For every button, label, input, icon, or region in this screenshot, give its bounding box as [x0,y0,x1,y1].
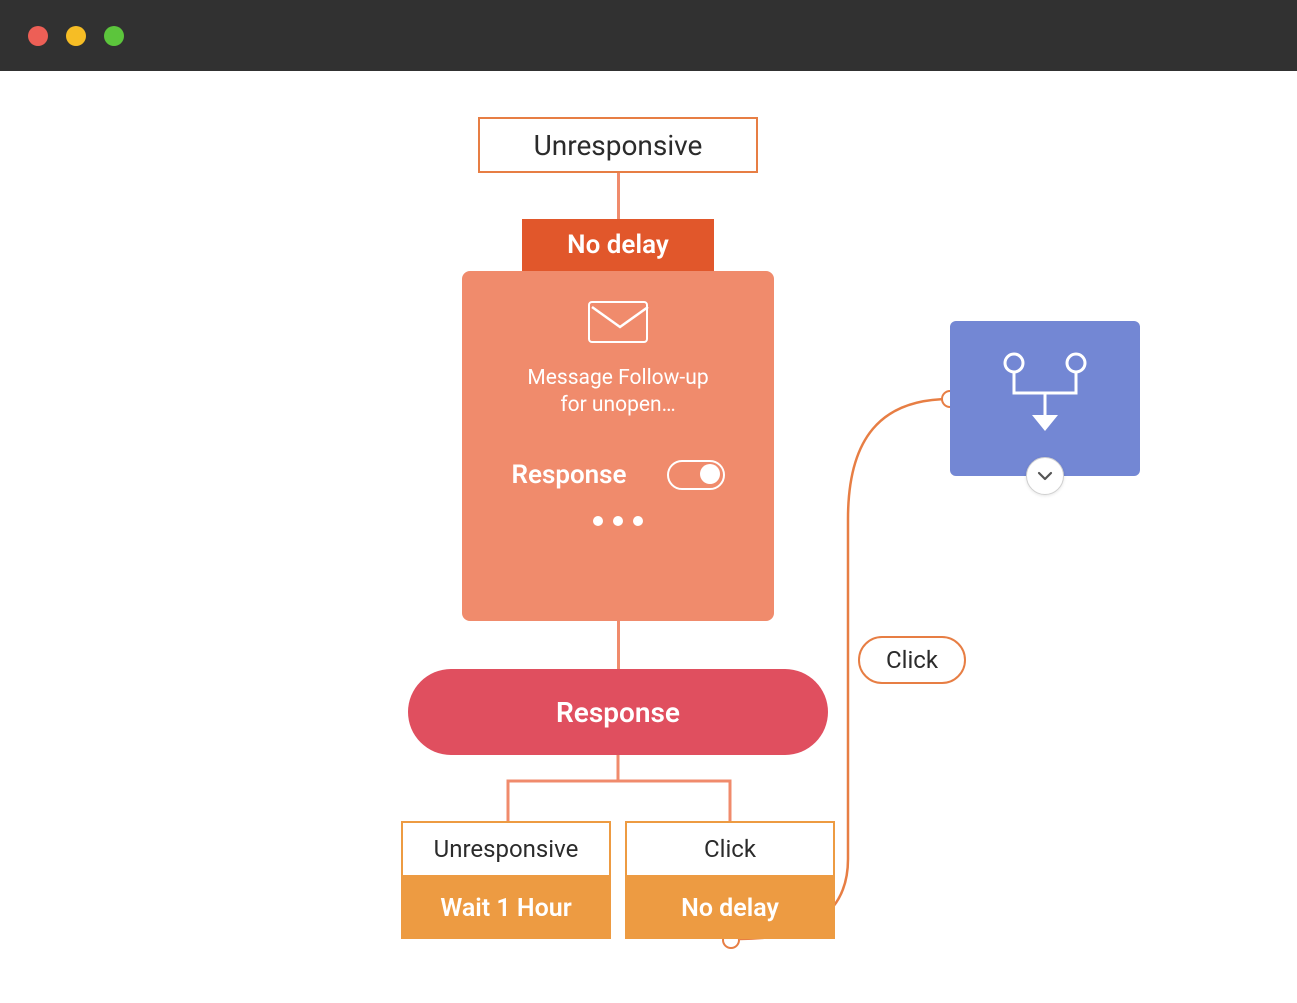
response-toggle-label: Response [511,460,626,490]
branch-label: Unresponsive [434,835,579,863]
node-label: Unresponsive [534,129,703,162]
message-title-line2: for unopen… [560,392,675,419]
branch-delay: No delay [681,894,779,923]
connector-line [617,619,620,671]
delay-label: No delay [567,230,669,260]
condition-click-pill[interactable]: Click [858,636,966,684]
chevron-down-icon [1036,467,1054,485]
traffic-light-zoom-icon[interactable] [104,26,124,46]
window-titlebar [0,0,1297,71]
decision-response[interactable]: Response [408,669,828,755]
traffic-light-close-icon[interactable] [28,26,48,46]
node-unresponsive-root[interactable]: Unresponsive [478,117,758,173]
envelope-icon [588,301,648,343]
workflow-canvas[interactable]: Unresponsive No delay Message Follow-up … [0,71,1297,1003]
toggle-knob [700,464,720,484]
branch-click[interactable]: Click No delay [625,821,835,939]
branch-label: Click [704,835,756,863]
expand-button[interactable] [1026,457,1064,495]
message-title-line1: Message Follow-up [527,365,708,392]
more-menu-icon[interactable] [593,516,643,526]
branch-merge-icon [990,349,1100,449]
connector-line [617,171,620,221]
response-toggle[interactable] [667,460,725,490]
decision-label: Response [556,696,680,729]
message-card[interactable]: Message Follow-up for unopen… Response [462,271,774,621]
traffic-light-minimize-icon[interactable] [66,26,86,46]
branch-node[interactable] [950,321,1140,476]
branch-unresponsive[interactable]: Unresponsive Wait 1 Hour [401,821,611,939]
delay-badge-root[interactable]: No delay [522,219,714,271]
branch-delay: Wait 1 Hour [440,894,571,923]
condition-label: Click [886,646,938,674]
